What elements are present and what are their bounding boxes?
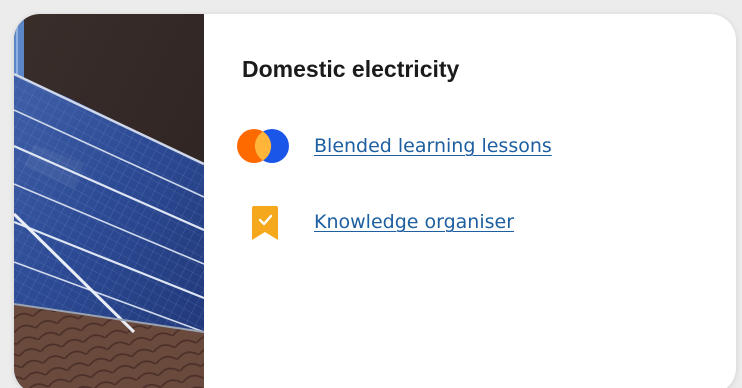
solar-panel-image: [14, 14, 204, 388]
card-content: Domestic electricity Blended learning le…: [237, 54, 712, 240]
knowledge-organiser-link[interactable]: Knowledge organiser: [314, 211, 514, 233]
topic-card: Domestic electricity Blended learning le…: [14, 14, 736, 388]
bookmark-check-icon: [236, 202, 294, 242]
venn-circles-icon: [236, 126, 294, 166]
knowledge-organiser-row: Knowledge organiser: [236, 202, 514, 242]
blended-learning-row: Blended learning lessons: [236, 126, 552, 166]
page: Domestic electricity Blended learning le…: [0, 0, 742, 388]
card-title: Domestic electricity: [242, 56, 460, 82]
blended-learning-lessons-link[interactable]: Blended learning lessons: [314, 135, 552, 157]
